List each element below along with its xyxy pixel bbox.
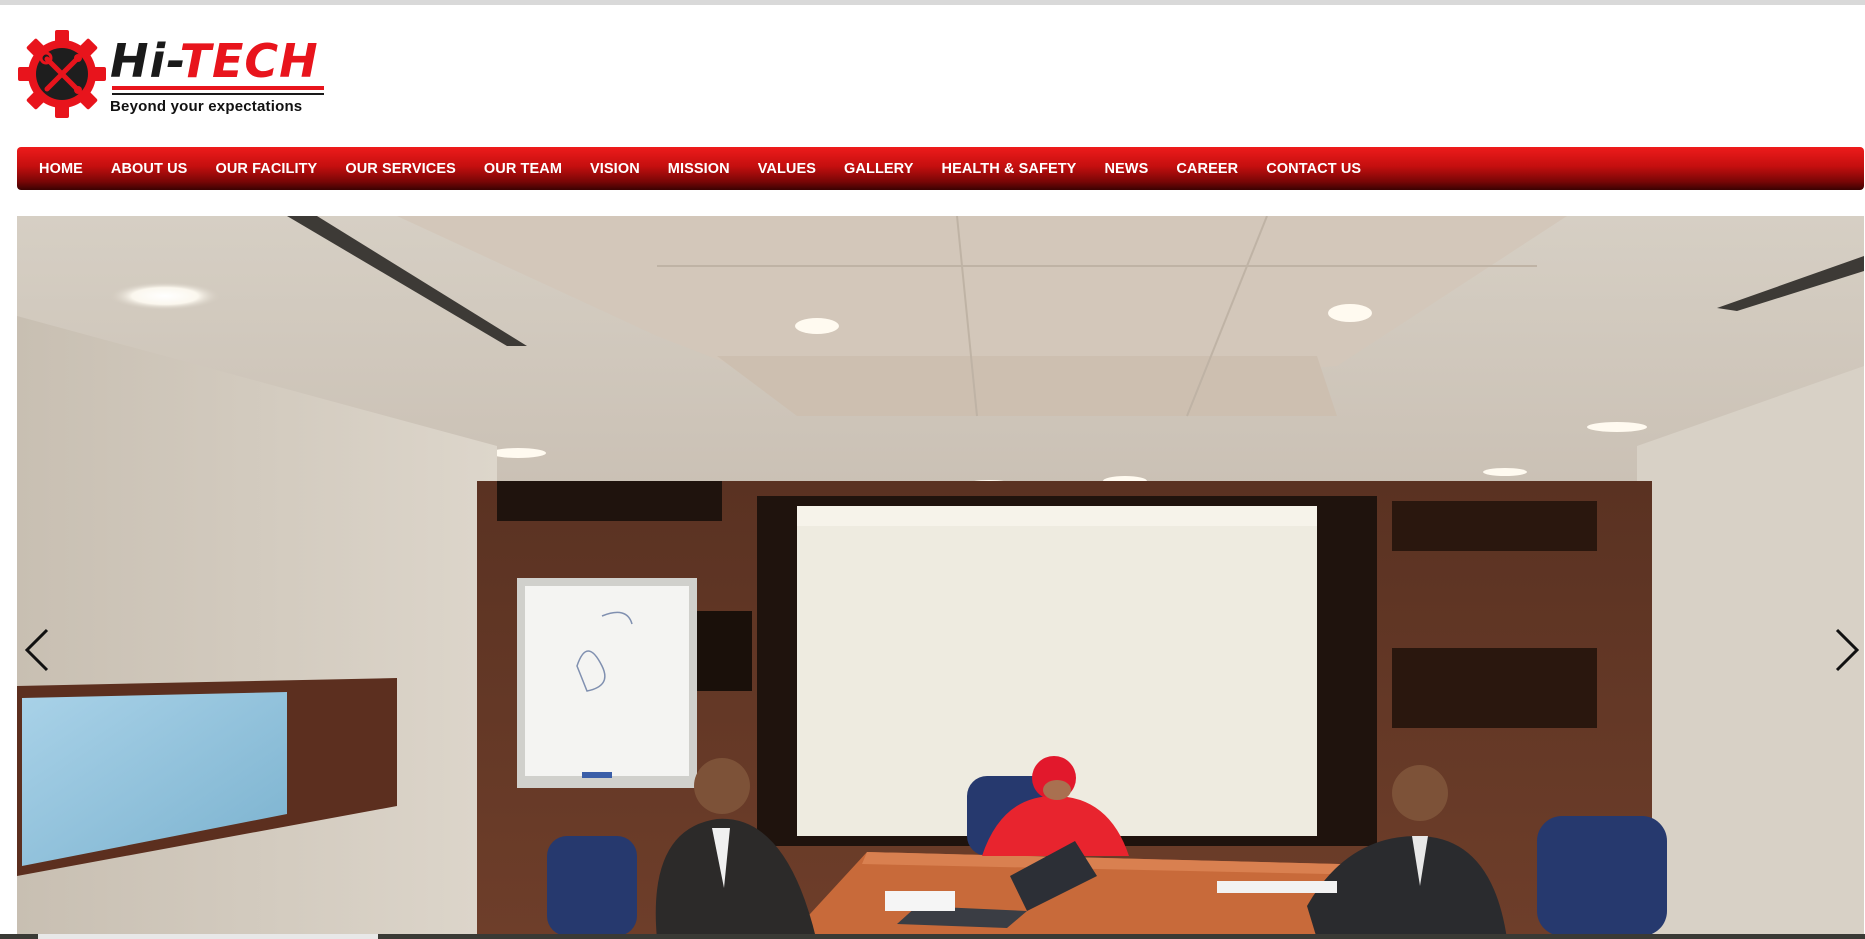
main-navigation: HOME ABOUT US OUR FACILITY OUR SERVICES … — [17, 147, 1864, 190]
hero-slider — [17, 216, 1864, 939]
nav-item-vision[interactable]: VISION — [576, 161, 654, 177]
nav-item-career[interactable]: CAREER — [1162, 161, 1252, 177]
logo-title-part1: Hi- — [110, 34, 180, 88]
slider-progress-segment — [38, 934, 378, 939]
gear-tools-icon — [18, 30, 106, 118]
slider-next-button[interactable] — [1825, 620, 1864, 680]
nav-item-gallery[interactable]: GALLERY — [830, 161, 927, 177]
chevron-right-icon — [1835, 628, 1860, 672]
nav-item-values[interactable]: VALUES — [744, 161, 830, 177]
site-logo[interactable]: Hi-TECH Beyond your expectations — [18, 30, 324, 120]
nav-item-home[interactable]: HOME — [25, 161, 97, 177]
logo-tagline: Beyond your expectations — [110, 98, 303, 115]
nav-item-contact-us[interactable]: CONTACT US — [1252, 161, 1375, 177]
logo-wordmark: Hi-TECH — [110, 38, 319, 84]
slide-image-conference-room — [17, 216, 1864, 939]
logo-underline-secondary — [112, 93, 324, 95]
slider-prev-button[interactable] — [19, 620, 59, 680]
nav-item-our-facility[interactable]: OUR FACILITY — [201, 161, 331, 177]
nav-item-mission[interactable]: MISSION — [654, 161, 744, 177]
nav-item-about-us[interactable]: ABOUT US — [97, 161, 202, 177]
nav-item-health-safety[interactable]: HEALTH & SAFETY — [928, 161, 1091, 177]
nav-item-our-team[interactable]: OUR TEAM — [470, 161, 576, 177]
nav-item-news[interactable]: NEWS — [1090, 161, 1162, 177]
top-border — [0, 0, 1865, 5]
nav-item-our-services[interactable]: OUR SERVICES — [331, 161, 470, 177]
chevron-left-icon — [24, 628, 49, 672]
slider-progress-strip — [0, 934, 1865, 939]
logo-underline — [112, 86, 324, 90]
logo-title-part2: TECH — [179, 34, 319, 88]
